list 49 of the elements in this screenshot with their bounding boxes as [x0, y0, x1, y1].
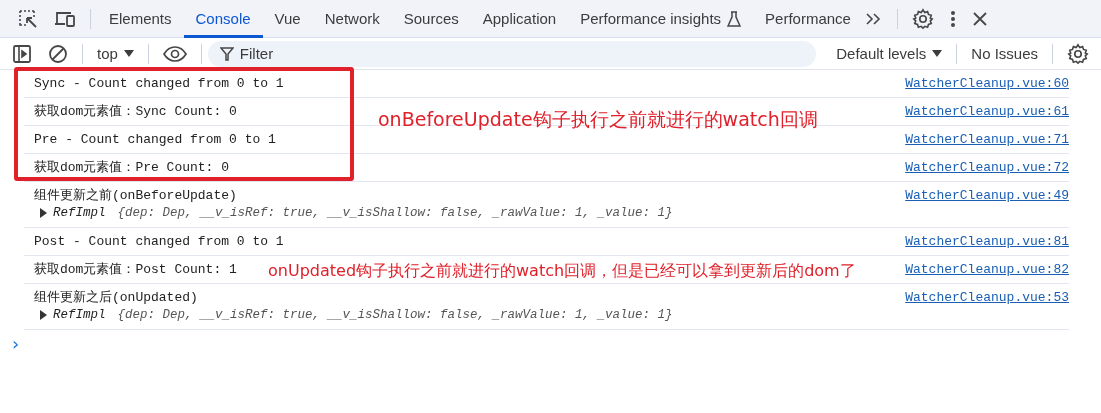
context-dropdown[interactable]: top [89, 45, 142, 62]
inspect-icon[interactable] [18, 8, 38, 29]
panel-tab[interactable]: Application [470, 0, 569, 38]
eye-icon[interactable] [162, 45, 187, 62]
annotation-text: onBeforeUpdate钩子执行之前就进行的watch回调 [378, 107, 818, 132]
source-link[interactable]: WatcherCleanup.vue:61 [905, 103, 1069, 119]
panel-tab[interactable]: Network [312, 0, 392, 38]
source-link[interactable]: WatcherCleanup.vue:81 [905, 233, 1069, 249]
object-preview[interactable]: {dep: Dep, __v_isRef: true, __v_isShallow: false, _rawValue: 1, _value: 1} [117, 206, 673, 220]
log-message: Sync - Count changed from 0 to 1 [34, 75, 284, 91]
settings-icon[interactable] [1067, 42, 1089, 65]
source-link[interactable]: WatcherCleanup.vue:71 [905, 131, 1069, 147]
settings-icon[interactable] [911, 7, 934, 30]
source-link[interactable]: WatcherCleanup.vue:72 [905, 159, 1069, 175]
close-icon[interactable] [971, 10, 988, 27]
log-message: 组件更新之前(onBeforeUpdate) [34, 187, 237, 204]
object-class-name: RefImpl [53, 308, 106, 322]
object-class-name: RefImpl [53, 206, 106, 220]
filter-icon [219, 46, 234, 61]
log-message: Post - Count changed from 0 to 1 [34, 233, 284, 249]
log-message: 获取dom元素值：Sync Count: 0 [34, 103, 237, 120]
expand-arrow-icon[interactable] [40, 310, 47, 320]
clear-icon[interactable] [48, 43, 68, 64]
object-preview[interactable]: {dep: Dep, __v_isRef: true, __v_isShallow: false, _rawValue: 1, _value: 1} [117, 308, 673, 322]
panel-tab[interactable]: Elements [97, 0, 184, 38]
levels-dropdown[interactable]: Default levels [828, 45, 951, 62]
more-tabs-icon[interactable] [864, 11, 883, 26]
annotation-text: onUpdated钩子执行之前就进行的watch回调，但是已经可以拿到更新后的dom了 [268, 261, 856, 282]
source-link[interactable]: WatcherCleanup.vue:53 [905, 289, 1069, 305]
source-link[interactable]: WatcherCleanup.vue:49 [905, 187, 1069, 203]
log-message: Pre - Count changed from 0 to 1 [34, 131, 276, 147]
console-prompt[interactable]: › [12, 332, 20, 354]
log-message: 获取dom元素值：Post Count: 1 [34, 261, 237, 278]
panel-tab[interactable]: Console [183, 0, 263, 38]
source-link[interactable]: WatcherCleanup.vue:82 [905, 261, 1069, 277]
source-link[interactable]: WatcherCleanup.vue:60 [905, 75, 1069, 91]
log-message: 获取dom元素值：Pre Count: 0 [34, 159, 230, 176]
panel-tab[interactable]: Performance insights [568, 0, 754, 38]
panel-tab[interactable]: Sources [391, 0, 471, 38]
menu-icon[interactable] [949, 8, 956, 29]
panel-tab[interactable]: Performance [753, 0, 863, 38]
issues-button[interactable]: No Issues [963, 45, 1046, 62]
expand-arrow-icon[interactable] [40, 208, 47, 218]
caret-icon [932, 50, 943, 57]
log-message: 组件更新之后(onUpdated) [34, 289, 198, 306]
caret-icon [123, 50, 134, 57]
sidebar-icon[interactable] [12, 43, 32, 64]
panel-tab[interactable]: Vue [262, 0, 313, 38]
filter-field[interactable]: Filter [207, 40, 817, 67]
